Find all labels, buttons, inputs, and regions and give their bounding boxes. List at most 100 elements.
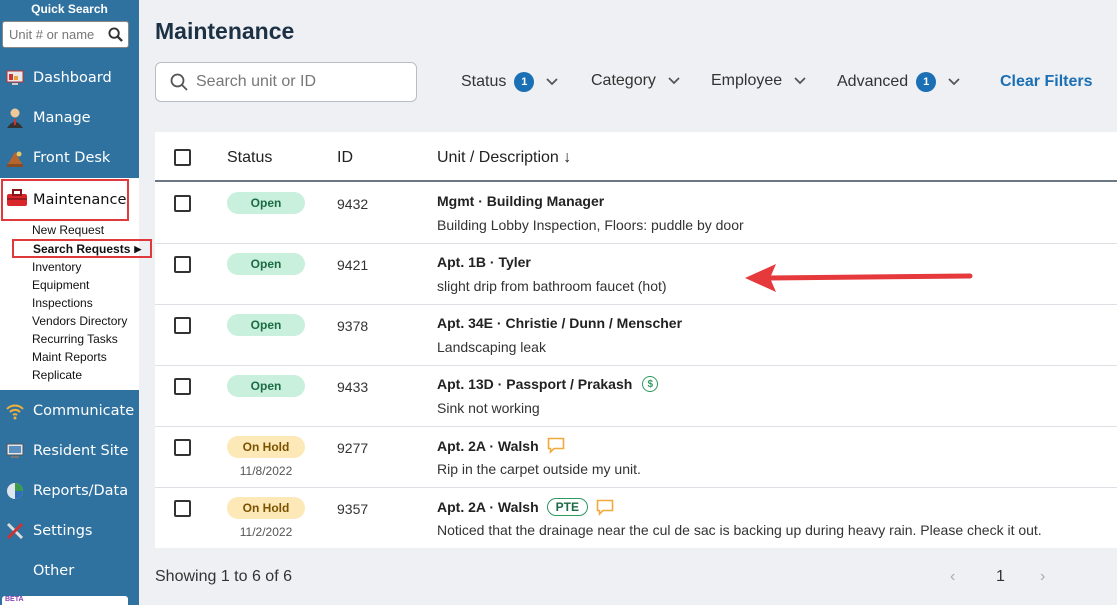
unit-label: Apt. 34E · Christie / Dunn / Menscher bbox=[437, 315, 683, 331]
showing-count: Showing 1 to 6 of 6 bbox=[155, 568, 292, 585]
nav-communicate[interactable]: Communicate bbox=[4, 397, 134, 425]
nav-manage[interactable]: Manage bbox=[4, 104, 91, 132]
search-icon[interactable] bbox=[108, 27, 123, 42]
sub-replicate[interactable]: Replicate bbox=[32, 368, 82, 382]
header-id[interactable]: ID bbox=[337, 149, 353, 167]
select-all-checkbox[interactable] bbox=[174, 149, 191, 166]
chevron-down-icon bbox=[546, 78, 558, 86]
arrow-down-icon: ↓ bbox=[563, 149, 572, 166]
caret-right-icon: ▶ bbox=[134, 243, 142, 254]
request-description: Sink not working bbox=[437, 400, 540, 416]
tools-icon bbox=[4, 520, 26, 542]
sub-maint-reports[interactable]: Maint Reports bbox=[32, 350, 107, 364]
nav-other[interactable]: Other bbox=[33, 557, 74, 585]
row-checkbox[interactable] bbox=[174, 439, 191, 456]
row-checkbox[interactable] bbox=[174, 195, 191, 212]
nav-label: Maintenance bbox=[33, 192, 127, 208]
row-checkbox[interactable] bbox=[174, 317, 191, 334]
status-badge: On Hold bbox=[227, 436, 305, 458]
dollar-icon: $ bbox=[642, 376, 659, 392]
sub-new-request[interactable]: New Request bbox=[32, 223, 104, 237]
table-row[interactable]: Open 9378 Apt. 34E · Christie / Dunn / M… bbox=[155, 305, 1117, 366]
request-id: 9421 bbox=[337, 257, 369, 273]
search-icon bbox=[170, 73, 188, 91]
sub-equipment[interactable]: Equipment bbox=[32, 278, 89, 292]
prev-page-icon[interactable]: ‹ bbox=[950, 568, 955, 586]
pie-chart-icon bbox=[4, 480, 26, 502]
toolbox-icon bbox=[6, 188, 28, 212]
search-placeholder: Search unit or ID bbox=[196, 73, 317, 90]
chevron-down-icon bbox=[794, 77, 806, 85]
request-description: Building Lobby Inspection, Floors: puddl… bbox=[437, 217, 744, 233]
page-title: Maintenance bbox=[155, 18, 295, 44]
filter-label: Category bbox=[591, 72, 656, 89]
filter-status[interactable]: Status 1 bbox=[461, 72, 558, 92]
nav-maintenance[interactable]: Maintenance bbox=[1, 179, 129, 221]
request-id: 9277 bbox=[337, 440, 369, 456]
header-label: Unit / Description bbox=[437, 149, 559, 166]
sub-inspections[interactable]: Inspections bbox=[32, 296, 93, 310]
sub-vendors-directory[interactable]: Vendors Directory bbox=[32, 314, 127, 328]
table-row[interactable]: Open 9433 Apt. 13D · Passport / Prakash … bbox=[155, 366, 1117, 427]
unit-label: Apt. 2A · Walsh bbox=[437, 499, 539, 515]
unit-title[interactable]: Apt. 13D · Passport / Prakash $ bbox=[437, 376, 659, 392]
request-description: Noticed that the drainage near the cul d… bbox=[437, 522, 1042, 538]
clear-filters-link[interactable]: Clear Filters bbox=[1000, 73, 1092, 91]
sub-search-requests[interactable]: Search Requests ▶ bbox=[12, 239, 152, 258]
status-badge: Open bbox=[227, 192, 305, 214]
unit-title[interactable]: Apt. 2A · Walsh PTE bbox=[437, 498, 614, 516]
row-checkbox[interactable] bbox=[174, 256, 191, 273]
unit-title[interactable]: Apt. 34E · Christie / Dunn / Menscher bbox=[437, 315, 682, 331]
table-row[interactable]: Open 9432 Mgmt · Building Manager Buildi… bbox=[155, 183, 1117, 244]
page-number[interactable]: 1 bbox=[996, 568, 1005, 586]
nav-reports-data[interactable]: Reports/Data bbox=[4, 477, 128, 505]
table-row[interactable]: On Hold 11/8/2022 9277 Apt. 2A · Walsh R… bbox=[155, 427, 1117, 488]
quick-search-input[interactable]: Unit # or name bbox=[2, 21, 129, 48]
row-checkbox[interactable] bbox=[174, 500, 191, 517]
unit-title[interactable]: Apt. 1B · Tyler bbox=[437, 254, 531, 270]
table-row[interactable]: On Hold 11/2/2022 9357 Apt. 2A · Walsh P… bbox=[155, 488, 1117, 549]
request-description: Rip in the carpet outside my unit. bbox=[437, 461, 641, 477]
nav-settings[interactable]: Settings bbox=[4, 517, 92, 545]
person-icon bbox=[4, 107, 26, 129]
filter-count-badge: 1 bbox=[514, 72, 535, 92]
annotation-arrow-icon bbox=[745, 264, 973, 292]
nav-dashboard[interactable]: Dashboard bbox=[4, 64, 112, 92]
comment-icon bbox=[596, 499, 614, 516]
bell-icon bbox=[4, 147, 26, 169]
unit-title[interactable]: Apt. 2A · Walsh bbox=[437, 437, 565, 454]
header-status[interactable]: Status bbox=[227, 149, 272, 167]
chevron-down-icon bbox=[668, 77, 680, 85]
request-description: slight drip from bathroom faucet (hot) bbox=[437, 278, 667, 294]
sub-recurring-tasks[interactable]: Recurring Tasks bbox=[32, 332, 118, 346]
beta-badge[interactable]: BETA bbox=[2, 596, 128, 605]
nav-front-desk[interactable]: Front Desk bbox=[4, 144, 110, 172]
sub-label: Search Requests bbox=[33, 242, 131, 256]
search-input[interactable]: Search unit or ID bbox=[155, 62, 417, 102]
quick-search-placeholder: Unit # or name bbox=[9, 27, 95, 42]
filter-employee[interactable]: Employee bbox=[711, 72, 806, 90]
nav-label: Settings bbox=[33, 523, 93, 539]
status-badge: On Hold bbox=[227, 497, 305, 519]
header-unit-description[interactable]: Unit / Description ↓ bbox=[437, 149, 571, 167]
request-description: Landscaping leak bbox=[437, 339, 546, 355]
filter-category[interactable]: Category bbox=[591, 72, 680, 90]
filter-advanced[interactable]: Advanced 1 bbox=[837, 72, 960, 92]
chevron-down-icon bbox=[948, 78, 960, 86]
status-badge: Open bbox=[227, 253, 305, 275]
monitor-icon bbox=[4, 440, 26, 462]
nav-resident-site[interactable]: Resident Site bbox=[4, 437, 128, 465]
status-badge: Open bbox=[227, 375, 305, 397]
filter-label: Employee bbox=[711, 72, 783, 89]
next-page-icon[interactable]: › bbox=[1040, 568, 1045, 586]
dashboard-icon bbox=[4, 67, 26, 89]
sub-inventory[interactable]: Inventory bbox=[32, 260, 81, 274]
filter-label: Advanced bbox=[837, 73, 909, 90]
maintenance-panel: Maintenance New Request Search Requests … bbox=[0, 178, 152, 390]
request-id: 9357 bbox=[337, 501, 369, 517]
unit-title[interactable]: Mgmt · Building Manager bbox=[437, 193, 604, 209]
nav-label: Communicate bbox=[33, 403, 135, 419]
request-id: 9433 bbox=[337, 379, 369, 395]
row-checkbox[interactable] bbox=[174, 378, 191, 395]
filter-count-badge: 1 bbox=[916, 72, 937, 92]
